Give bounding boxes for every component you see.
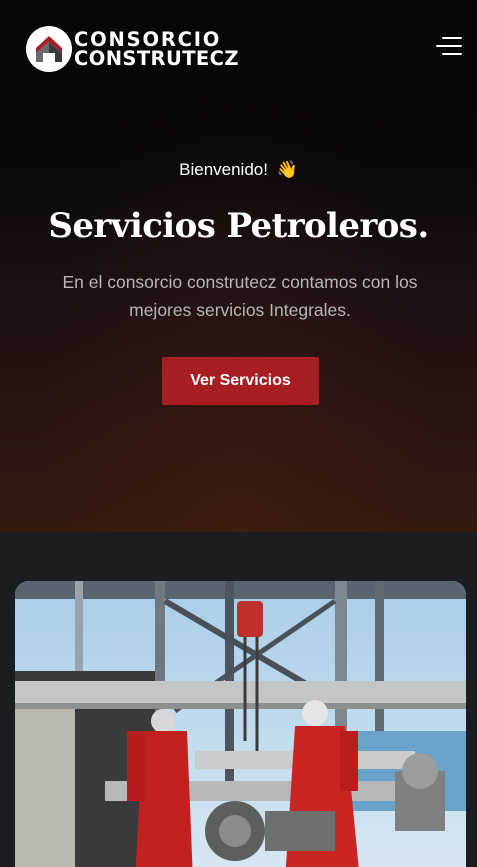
hero-section: CONSORCIO CONSTRUTECZ Bienvenido! 👋 Serv… [0,0,477,532]
ver-servicios-button[interactable]: Ver Servicios [162,357,319,405]
services-photo [15,581,466,867]
hamburger-menu-icon[interactable] [436,35,462,57]
waving-hand-icon: 👋 [276,160,298,179]
hero-description: En el consorcio construtecz contamos con… [62,272,418,320]
company-logo-icon [26,26,72,72]
welcome-text: Bienvenido! 👋 [0,160,477,180]
logo-text-line2: CONSTRUTECZ [74,47,239,70]
brand-logo[interactable]: CONSORCIO CONSTRUTECZ [26,26,238,72]
welcome-label: Bienvenido! [179,160,268,179]
hero-title: Servicios Petroleros. [48,206,429,246]
